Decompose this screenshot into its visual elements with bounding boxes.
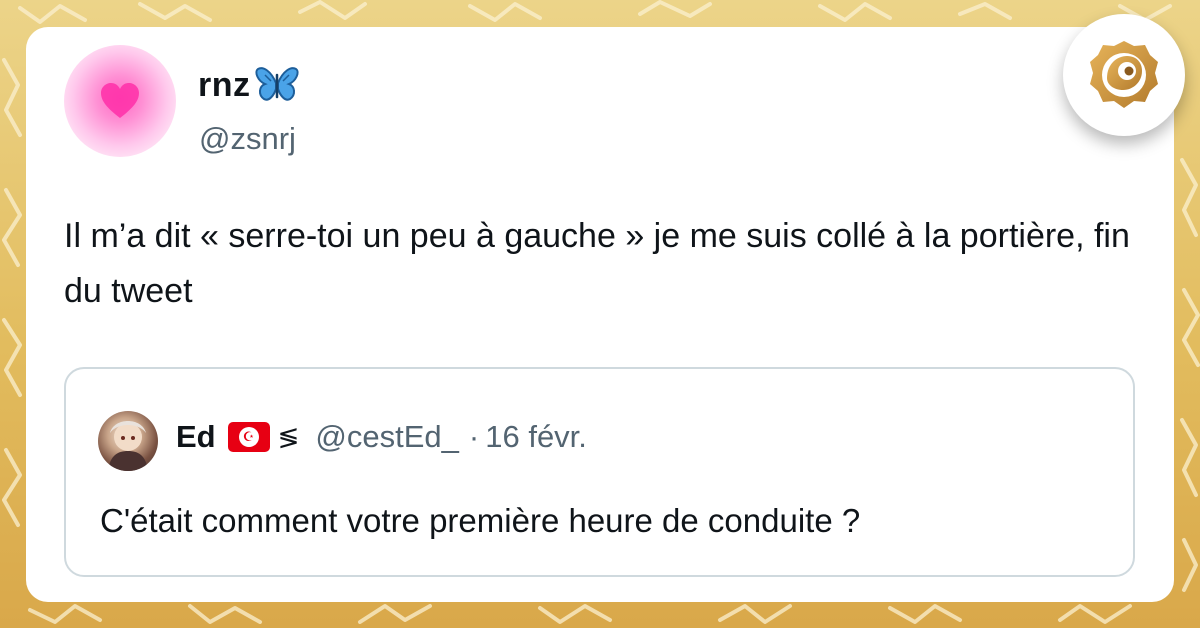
tweet-text: Il m’a dit « serre-toi un peu à gauche »… [64, 217, 1130, 310]
quoted-author-name[interactable]: Ed [176, 419, 216, 455]
brand-logo-icon [1090, 41, 1158, 108]
quoted-author-avatar[interactable] [98, 411, 158, 471]
avatar-illustration [108, 421, 148, 471]
author-handle[interactable]: @zsnrj [199, 121, 296, 157]
author-name-text: rnz [198, 65, 251, 104]
heart-icon [101, 83, 139, 118]
quoted-tweet-text: C'était comment votre première heure de … [100, 502, 861, 539]
author-avatar[interactable] [64, 45, 176, 157]
quoted-author-handle[interactable]: @cestEd_ [315, 419, 458, 455]
quoted-tweet[interactable]: Ed ☪ ≶ @cestEd_ · 16 févr. C'était comme… [64, 367, 1135, 577]
quoted-tweet-date[interactable]: 16 févr. [485, 419, 587, 455]
butterfly-icon [254, 67, 299, 101]
quoted-tweet-header: Ed ☪ ≶ @cestEd_ · 16 févr. [176, 419, 587, 455]
squiggle-icon: ≶ [277, 421, 300, 452]
separator-dot: · [468, 419, 480, 454]
tweet-card: rnz @zsnrj Il m’a dit « serre-toi un peu… [26, 27, 1174, 602]
author-name[interactable]: rnz [198, 65, 299, 105]
tunisia-flag-icon: ☪ [227, 422, 270, 452]
brand-logo-badge [1063, 14, 1185, 136]
